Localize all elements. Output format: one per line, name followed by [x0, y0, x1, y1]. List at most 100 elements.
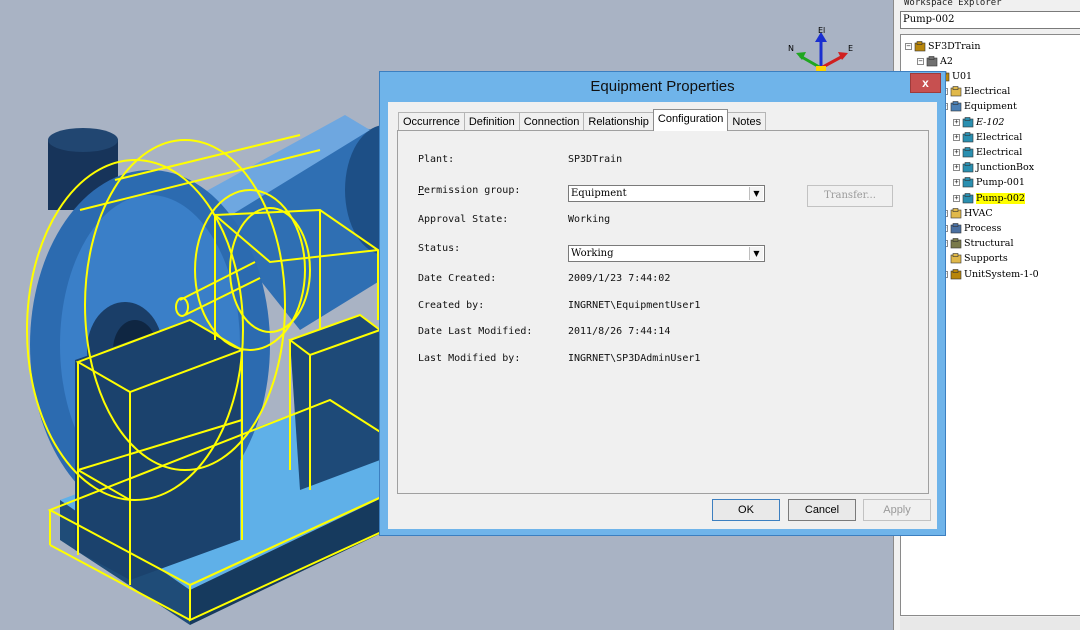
tree-item[interactable]: +UnitSystem-1-0: [941, 267, 1039, 281]
date-last-modified-label: Date Last Modified:: [418, 326, 533, 337]
plant-icon: [914, 40, 926, 52]
tree-item-label: HVAC: [964, 207, 993, 219]
cancel-button[interactable]: Cancel: [788, 499, 856, 521]
expand-icon[interactable]: +: [953, 148, 960, 156]
permission-group-label: Permission group:: [418, 185, 521, 196]
last-modified-by-label: Last Modified by:: [418, 353, 521, 364]
tree-item[interactable]: + Electrical: [953, 145, 1022, 159]
permission-group-value: Equipment: [571, 188, 627, 199]
tab-connection[interactable]: Connection: [518, 112, 585, 131]
close-button[interactable]: x: [910, 73, 941, 93]
tree-item[interactable]: +Structural: [941, 237, 1014, 251]
last-modified-by-value: INGRNET\SP3DAdminUser1: [568, 353, 701, 364]
tree-item-label: E-102: [976, 116, 1005, 128]
tree-item-label: JunctionBox: [976, 162, 1035, 174]
plant-label: Plant:: [418, 154, 455, 165]
system-folder-icon: [950, 207, 962, 219]
approval-state-label: Approval State:: [418, 214, 509, 225]
permission-group-select[interactable]: Equipment ▼: [568, 185, 765, 202]
equipment-icon: [962, 147, 974, 158]
tree-item-label: Structural: [964, 238, 1014, 250]
tree-item-label: Pump-001: [976, 177, 1025, 189]
created-by-label: Created by:: [418, 300, 485, 311]
status-select[interactable]: Working ▼: [568, 245, 765, 262]
tab-definition[interactable]: Definition: [463, 112, 520, 131]
explorer-search-field[interactable]: Pump-002: [900, 11, 1080, 29]
tree-item[interactable]: + JunctionBox: [953, 161, 1034, 175]
equipment-icon: [962, 116, 974, 128]
tree-item[interactable]: +HVAC: [941, 206, 993, 220]
equipment-properties-dialog: Equipment Properties x Occurrence Defini…: [379, 71, 946, 536]
status-label: Status:: [418, 243, 461, 254]
compass-east-label: E: [848, 44, 854, 53]
tree-item-label: SF3DTrain: [928, 40, 981, 52]
approval-state-value: Working: [568, 214, 611, 225]
dropdown-arrow-icon[interactable]: ▼: [749, 247, 763, 260]
pump-icon: [962, 177, 974, 188]
tree-item[interactable]: −Equipment: [941, 100, 1017, 114]
tab-configuration[interactable]: Configuration: [652, 109, 729, 131]
junction-box-icon: [962, 162, 974, 173]
tab-relationship[interactable]: Relationship: [583, 112, 654, 131]
tab-notes[interactable]: Notes: [727, 112, 767, 131]
expand-icon[interactable]: +: [953, 194, 960, 202]
dropdown-arrow-icon[interactable]: ▼: [749, 187, 763, 200]
tree-item[interactable]: − A2: [917, 54, 953, 68]
collapse-icon[interactable]: −: [917, 57, 924, 65]
expand-icon[interactable]: +: [953, 118, 960, 126]
tree-item-label: UnitSystem-1-0: [964, 268, 1039, 280]
close-icon: x: [922, 76, 929, 90]
tree-item[interactable]: Supports: [941, 252, 1008, 266]
system-folder-icon: [950, 253, 962, 264]
date-last-modified-value: 2011/8/26 7:44:14: [568, 326, 671, 337]
tree-item-label: Electrical: [976, 146, 1023, 158]
explorer-tab-strip: [900, 617, 1080, 630]
tree-item[interactable]: + E-102: [953, 115, 1004, 129]
equipment-system-icon: [950, 101, 962, 112]
tree-item-label: A2: [940, 55, 953, 67]
dialog-client: Occurrence Definition Connection Relatio…: [388, 102, 937, 529]
permission-group-label-rest: ermission group:: [424, 185, 521, 196]
collapse-icon[interactable]: −: [905, 42, 912, 50]
configuration-panel: Plant: SP3DTrain Permission group: Equip…: [397, 130, 929, 494]
tab-strip: Occurrence Definition Connection Relatio…: [398, 109, 767, 131]
expand-icon[interactable]: +: [953, 133, 960, 141]
tree-item-label: Process: [964, 222, 1002, 234]
status-value: Working: [571, 248, 614, 259]
orientation-compass: El N E: [788, 26, 858, 76]
tree-item-label: Equipment: [964, 101, 1017, 113]
apply-button[interactable]: Apply: [863, 499, 931, 521]
expand-icon[interactable]: +: [953, 179, 960, 187]
equipment-icon: [962, 131, 974, 143]
plant-value: SP3DTrain: [568, 154, 623, 165]
area-icon: [926, 55, 938, 67]
tree-item[interactable]: − SF3DTrain: [905, 39, 980, 53]
tree-item[interactable]: +Electrical: [941, 85, 1010, 99]
tree-item-label: U01: [952, 70, 973, 82]
tab-occurrence[interactable]: Occurrence: [398, 112, 465, 131]
system-folder-icon: [950, 86, 962, 97]
tree-item-label: Pump-002: [976, 192, 1025, 204]
pump-icon: [962, 192, 974, 204]
tree-item[interactable]: +Process: [941, 221, 1001, 235]
created-by-value: INGRNET\EquipmentUser1: [568, 300, 701, 311]
tree-item-label: Electrical: [976, 131, 1023, 143]
transfer-button[interactable]: Transfer...: [807, 185, 893, 207]
structural-icon: [950, 238, 962, 249]
tree-item[interactable]: + Pump-001: [953, 176, 1025, 190]
date-created-label: Date Created:: [418, 273, 497, 284]
tree-item[interactable]: + Pump-002: [953, 191, 1025, 205]
tree-item[interactable]: + Electrical: [953, 130, 1022, 144]
dialog-titlebar[interactable]: Equipment Properties x: [380, 72, 945, 102]
tree-item-label: Electrical: [964, 86, 1011, 98]
process-icon: [950, 223, 962, 234]
explorer-title: Workspace Explorer: [904, 0, 1002, 8]
date-created-value: 2009/1/23 7:44:02: [568, 273, 671, 284]
compass-north-label: N: [788, 44, 794, 53]
compass-up-label: El: [818, 26, 826, 35]
dialog-title: Equipment Properties: [590, 78, 735, 95]
ok-button[interactable]: OK: [712, 499, 780, 521]
unit-system-icon: [950, 268, 962, 280]
expand-icon[interactable]: +: [953, 164, 960, 172]
tree-item-label: Supports: [964, 253, 1008, 265]
